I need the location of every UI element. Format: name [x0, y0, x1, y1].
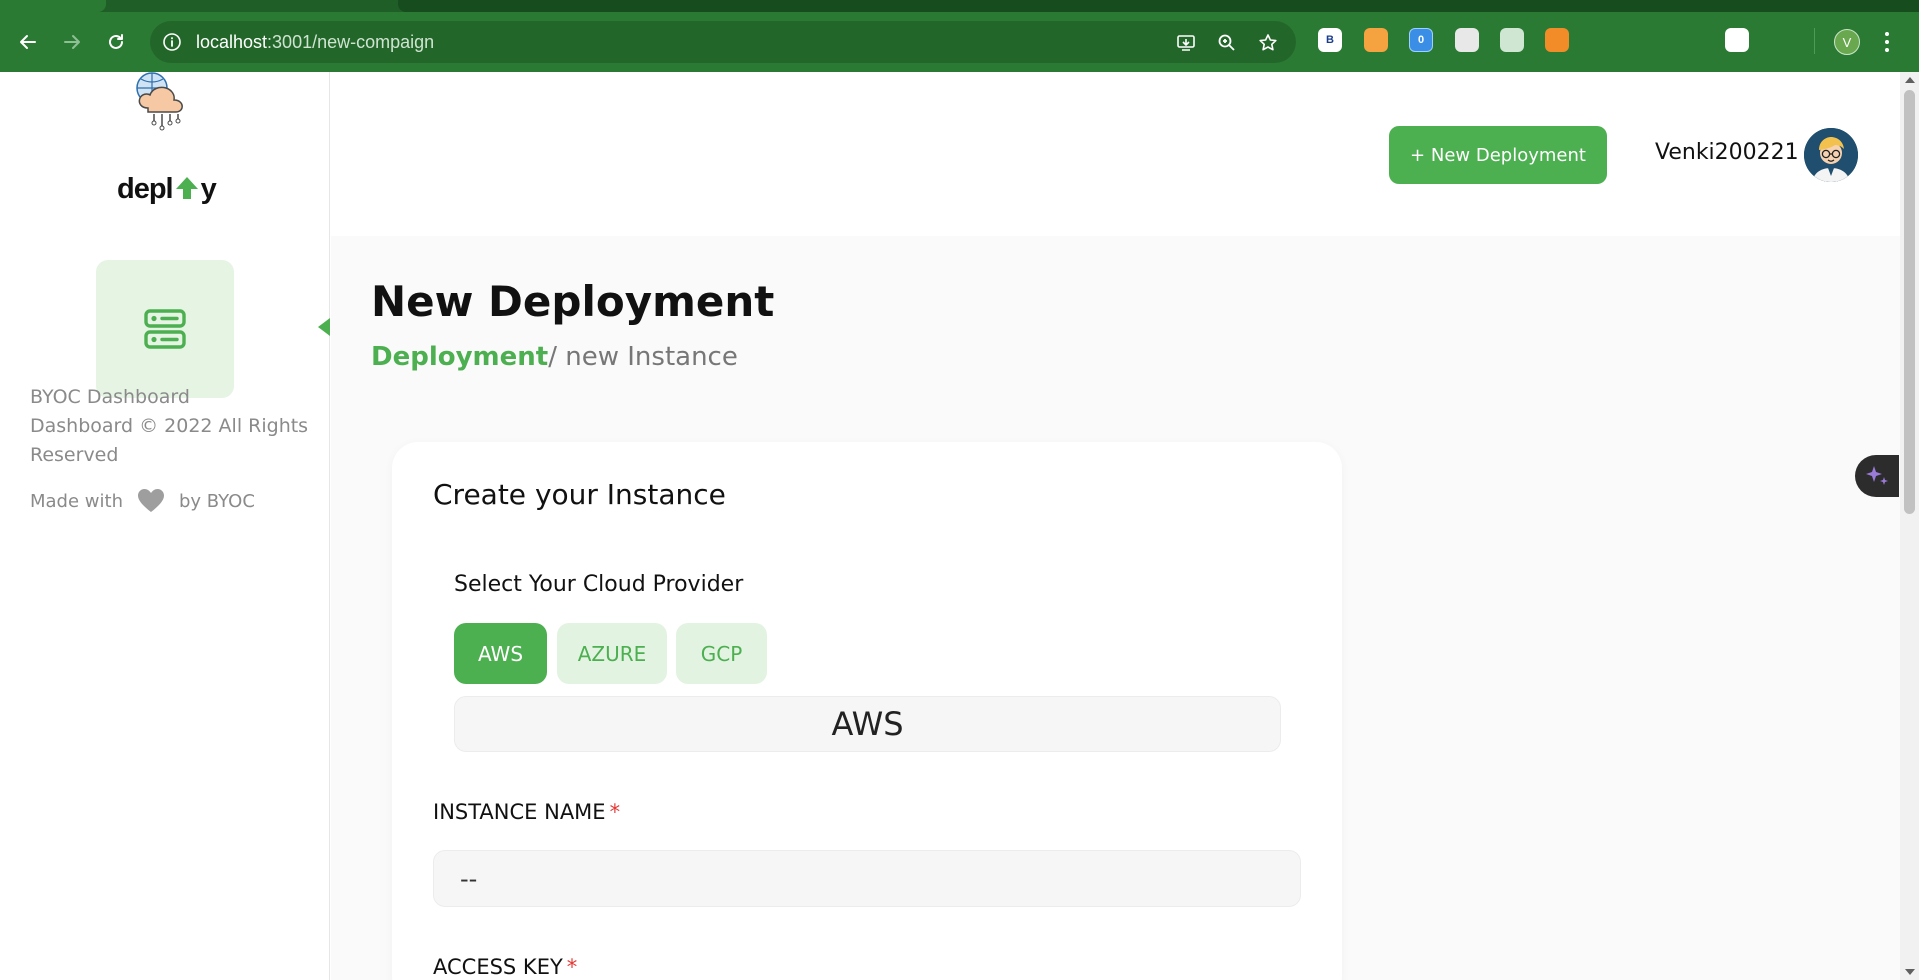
- url-path: :3001/new-compaign: [267, 32, 435, 52]
- browser-menu-button[interactable]: [1882, 30, 1892, 54]
- address-bar[interactable]: localhost:3001/new-compaign: [150, 21, 1296, 63]
- page-title: New Deployment: [371, 277, 775, 326]
- forward-button[interactable]: [58, 28, 86, 56]
- cloud-provider-label: Select Your Cloud Provider: [454, 572, 744, 597]
- selected-provider-display: AWS: [454, 696, 1281, 752]
- sparkle-extension-icon[interactable]: [1680, 28, 1704, 52]
- made-by-text: by BYOC: [178, 490, 255, 512]
- sidebar: depl y: [0, 72, 330, 980]
- heart-icon: [137, 489, 164, 512]
- active-nav-indicator: [318, 318, 330, 336]
- blue-extension-icon[interactable]: 0: [1409, 28, 1433, 52]
- scrollbar-thumb[interactable]: [1904, 90, 1915, 514]
- footer-line: Dashboard © 2022 All Rights: [30, 415, 309, 437]
- brand-text-tail: y: [200, 173, 217, 205]
- sidebar-footer: BYOC Dashboard Dashboard © 2022 All Righ…: [30, 383, 310, 470]
- nav-item-deployments[interactable]: [96, 260, 234, 398]
- install-icon: [1177, 35, 1195, 51]
- sparkle-icon: [1866, 466, 1888, 485]
- instance-name-input[interactable]: [433, 850, 1301, 907]
- provider-azure-button[interactable]: AZURE: [557, 623, 667, 684]
- provider-gcp-button[interactable]: GCP: [676, 623, 767, 684]
- server-icon: [144, 309, 186, 349]
- cloud-network-logo-icon: [136, 72, 183, 131]
- helix-extension-icon[interactable]: [1725, 28, 1749, 52]
- avatar[interactable]: [1804, 128, 1858, 182]
- required-asterisk: *: [566, 955, 578, 979]
- arrow-right-icon: [64, 35, 80, 49]
- made-with-text: Made with: [30, 490, 123, 512]
- back-button[interactable]: [14, 28, 42, 56]
- reload-button[interactable]: [102, 28, 130, 56]
- scroll-up-icon[interactable]: [1905, 77, 1915, 83]
- breadcrumb-deployment-link[interactable]: Deployment: [371, 342, 548, 372]
- site-info-icon[interactable]: [162, 32, 182, 52]
- diamond-extension-icon[interactable]: [1590, 28, 1614, 52]
- profile-avatar-button[interactable]: V: [1834, 29, 1860, 55]
- user-avatar-icon: [1804, 128, 1858, 182]
- install-app-button[interactable]: [1174, 31, 1198, 55]
- page-scrollbar[interactable]: [1900, 72, 1919, 980]
- palette-extension-icon[interactable]: [1364, 28, 1388, 52]
- tab-strip: [0, 0, 1919, 12]
- bookmark-button[interactable]: [1256, 31, 1280, 55]
- toolbar-divider: [1814, 28, 1815, 54]
- puzzle-extension-icon[interactable]: [1769, 28, 1793, 52]
- zoom-button[interactable]: [1215, 31, 1239, 55]
- url-text[interactable]: localhost:3001/new-compaign: [196, 32, 434, 53]
- upload-arrow-logo-icon: [175, 177, 198, 199]
- provider-aws-button[interactable]: AWS: [454, 623, 547, 684]
- brand-wordmark: depl y: [117, 173, 217, 206]
- footer-line: Reserved: [30, 444, 119, 466]
- browser-toolbar: localhost:3001/new-compaign: [0, 12, 1919, 72]
- card-title: Create your Instance: [433, 478, 726, 511]
- active-tab[interactable]: [0, 0, 106, 12]
- breadcrumb: Deployment/ new Instance: [371, 342, 738, 372]
- access-key-label-text: ACCESS KEY: [433, 955, 563, 979]
- reload-icon: [109, 34, 123, 49]
- play-extension-icon[interactable]: [1635, 28, 1659, 52]
- inactive-tab-area[interactable]: [398, 0, 1919, 12]
- breadcrumb-current: / new Instance: [548, 342, 738, 372]
- access-key-label: ACCESS KEY *: [433, 955, 577, 979]
- moon-extension-icon[interactable]: [1545, 28, 1569, 52]
- zoom-icon: [1218, 34, 1235, 51]
- username[interactable]: Venki200221: [1655, 140, 1799, 165]
- required-asterisk: *: [609, 800, 621, 824]
- star-icon: [1259, 34, 1277, 51]
- robot-extension-icon[interactable]: [1500, 28, 1524, 52]
- instance-name-label: INSTANCE NAME *: [433, 800, 620, 824]
- b-extension-icon[interactable]: B: [1318, 28, 1342, 52]
- new-deployment-button[interactable]: + New Deployment: [1389, 126, 1607, 184]
- scroll-down-icon[interactable]: [1905, 969, 1915, 975]
- brand-text: depl: [117, 173, 174, 205]
- instance-name-label-text: INSTANCE NAME: [433, 800, 606, 824]
- ai-assistant-button[interactable]: [1855, 455, 1899, 497]
- arrow-left-icon: [20, 35, 36, 49]
- footer-line: BYOC Dashboard: [30, 386, 190, 408]
- url-host: localhost: [196, 32, 268, 52]
- made-with-credit: Made with by BYOC: [30, 488, 255, 514]
- mail-extension-icon[interactable]: [1455, 28, 1479, 52]
